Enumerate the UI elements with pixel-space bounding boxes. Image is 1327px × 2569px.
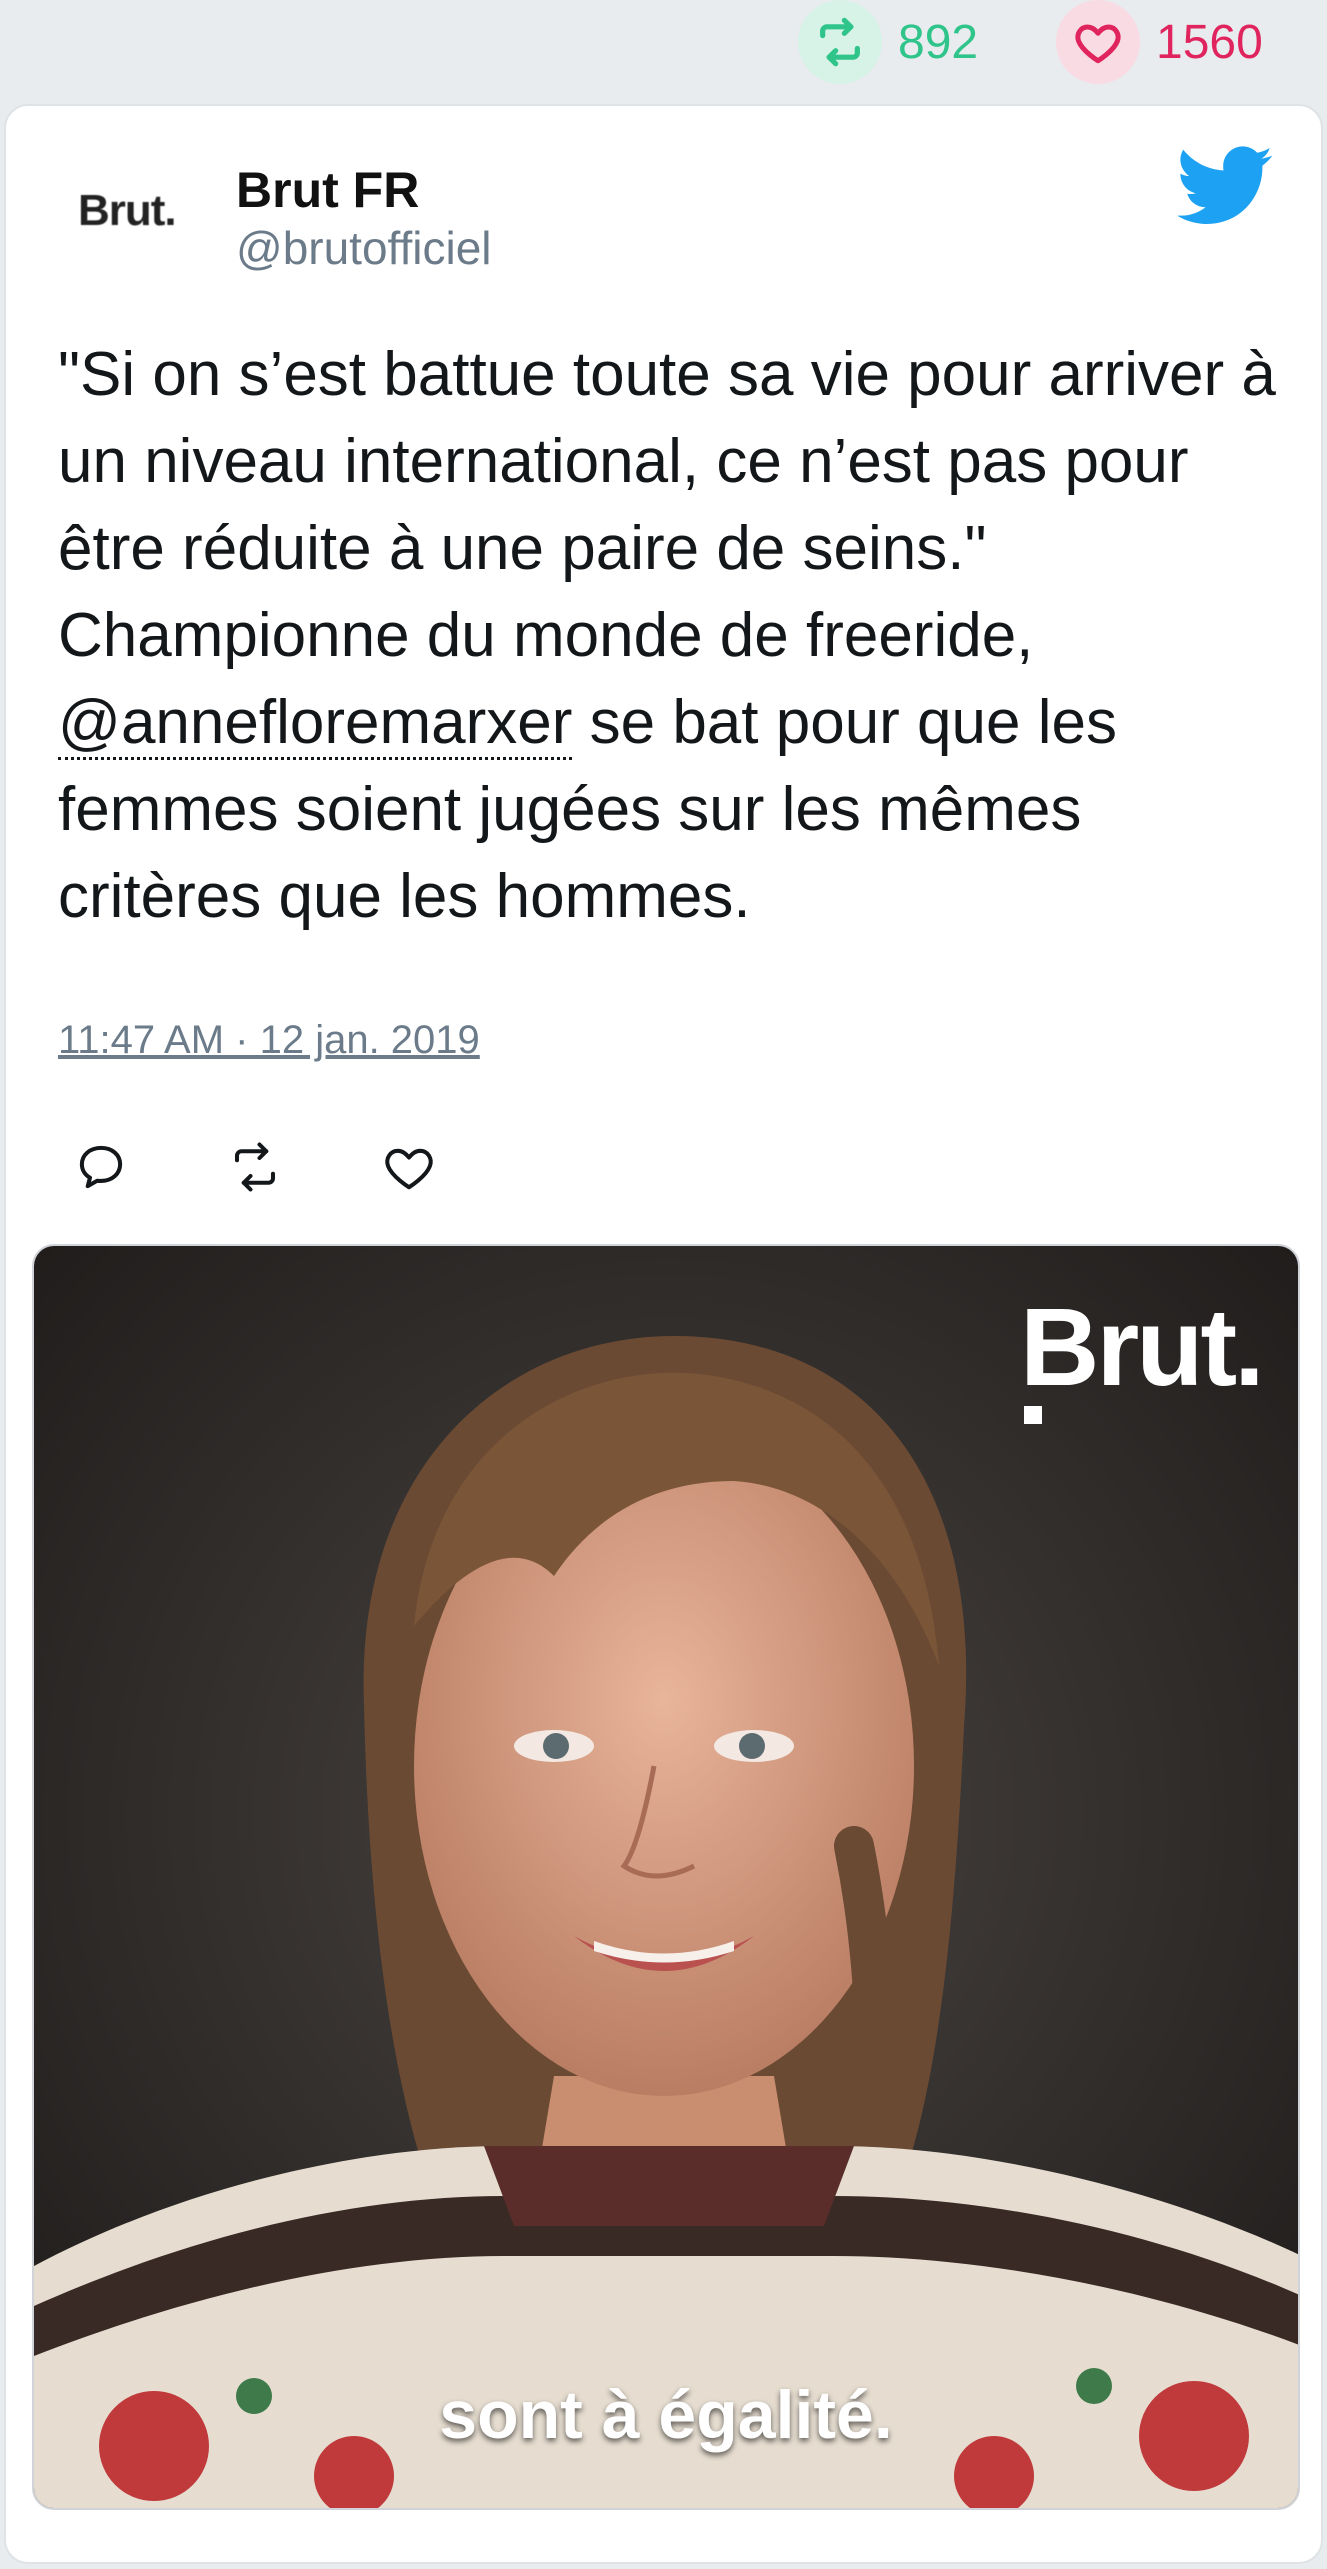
tweet-card: Brut. Brut FR @brutofficiel "Si on s’est… [4,104,1323,2564]
engagement-bar: 892 1560 [0,0,1327,100]
author-name[interactable]: Brut FR [236,160,492,220]
like-count: 1560 [1156,15,1263,69]
author-block[interactable]: Brut FR @brutofficiel [236,160,492,278]
tweet-actions [74,1140,436,1194]
mention-link[interactable]: @annefloremarxer [58,688,573,760]
heart-icon [1056,0,1140,84]
tweet-text: "Si on s’est battue toute sa vie pour ar… [58,331,1288,940]
retweet-action-icon[interactable] [228,1140,282,1194]
tweet-text-part: "Si on s’est battue toute sa vie pour ar… [58,340,1276,670]
brut-watermark: Brut. [1020,1286,1265,1409]
video-media[interactable]: Brut. sont à égalité. [32,1244,1300,2510]
reply-icon[interactable] [74,1140,128,1194]
twitter-bird-icon[interactable] [1178,146,1274,226]
video-subtitle: sont à égalité. [439,2377,893,2453]
retweet-count: 892 [898,15,979,69]
tweet-timestamp[interactable]: 11:47 AM · 12 jan. 2019 [58,1018,480,1063]
retweet-stat[interactable]: 892 [798,0,978,84]
avatar[interactable]: Brut. [78,186,177,236]
video-frame [34,1246,1298,2508]
like-action-icon[interactable] [382,1140,436,1194]
like-stat[interactable]: 1560 [1056,0,1263,84]
retweet-icon [798,0,882,84]
author-handle[interactable]: @brutofficiel [236,220,492,278]
watermark-dot [1024,1406,1042,1424]
